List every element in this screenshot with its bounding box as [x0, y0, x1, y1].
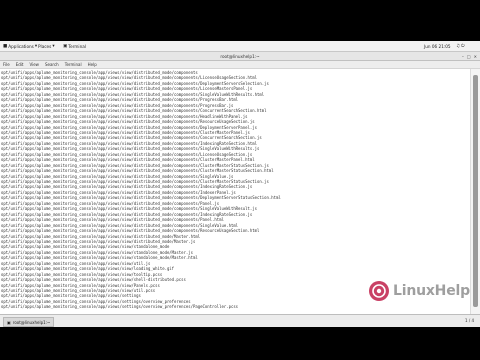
window-controls: – □ ✕	[462, 54, 477, 59]
letterbox-bottom	[0, 327, 480, 360]
terminal-line: opt/unifi/apps/aplume_monitoring_console…	[1, 293, 141, 299]
terminal-line: opt/unifi/apps/aplume_monitoring_console…	[1, 282, 160, 288]
terminal-line: opt/unifi/apps/aplume_monitoring_console…	[1, 266, 175, 272]
terminal-icon: ▣	[63, 43, 68, 49]
maximize-icon[interactable]: □	[467, 54, 471, 59]
chevron-down-icon: ▾	[52, 43, 55, 49]
places-menu[interactable]: Places ▾	[38, 44, 55, 49]
terminal-line: opt/unifi/apps/aplume_monitoring_console…	[1, 222, 239, 228]
menu-terminal[interactable]: Terminal	[65, 62, 82, 67]
terminal-line: opt/unifi/apps/aplume_monitoring_console…	[1, 146, 260, 152]
terminal-line: opt/unifi/apps/aplume_monitoring_console…	[1, 108, 267, 114]
terminal-line: opt/unifi/apps/aplume_monitoring_console…	[1, 75, 258, 81]
terminal-line: opt/unifi/apps/aplume_monitoring_console…	[1, 86, 253, 92]
terminal-line: opt/unifi/apps/aplume_monitoring_console…	[1, 184, 253, 190]
terminal-line: opt/unifi/apps/aplume_monitoring_console…	[1, 277, 186, 283]
bottom-taskbar: ▣ root@linuxhelp1:~ 1 / 4	[0, 314, 480, 327]
applications-label: Applications	[8, 43, 34, 49]
taskbar-window-item[interactable]: ▣ root@linuxhelp1:~	[3, 317, 55, 327]
terminal-line: opt/unifi/apps/aplume_monitoring_console…	[1, 179, 269, 184]
terminal-line: opt/unifi/apps/aplume_monitoring_console…	[1, 288, 156, 293]
terminal-line: opt/unifi/apps/aplume_monitoring_console…	[1, 244, 170, 250]
terminal-icon: ▣	[7, 319, 11, 325]
power-icon: ⏻	[461, 43, 465, 49]
menu-view[interactable]: View	[29, 62, 39, 67]
terminal-line: opt/unifi/apps/aplume_monitoring_console…	[1, 129, 250, 135]
terminal-line: opt/unifi/apps/aplume_monitoring_console…	[1, 140, 258, 146]
gnome-top-bar: ■ Applications ▾ Places ▾ ▣ Terminal Jun…	[0, 41, 480, 52]
letterbox-top	[0, 0, 480, 41]
terminal-line: opt/unifi/apps/aplume_monitoring_console…	[1, 97, 239, 103]
terminal-line: opt/unifi/apps/aplume_monitoring_console…	[1, 124, 258, 130]
linuxhelp-logo-text: LinuxHelp	[393, 283, 470, 299]
clock[interactable]: Jun 06 21:05	[424, 44, 451, 49]
menu-help[interactable]: Help	[88, 62, 97, 67]
terminal-line: opt/unifi/apps/aplume_monitoring_console…	[1, 249, 194, 255]
terminal-line: opt/unifi/apps/aplume_monitoring_console…	[1, 119, 255, 125]
linuxhelp-logo-icon	[369, 281, 389, 301]
window-title: root@linuxhelp1:~	[220, 53, 260, 59]
apps-icon: ■	[3, 43, 8, 49]
terminal-app-label: Terminal	[68, 43, 86, 49]
terminal-line: opt/unifi/apps/aplume_monitoring_console…	[1, 211, 253, 217]
places-label: Places	[38, 43, 52, 49]
terminal-line: opt/unifi/apps/aplume_monitoring_console…	[1, 80, 269, 86]
terminal-line: opt/unifi/apps/aplume_monitoring_console…	[1, 189, 236, 195]
close-icon[interactable]: ✕	[474, 54, 477, 59]
terminal-line: opt/unifi/apps/aplume_monitoring_console…	[1, 113, 248, 119]
terminal-line: opt/unifi/apps/aplume_monitoring_console…	[1, 102, 234, 108]
clock-label: Jun 06 21:05	[424, 43, 451, 49]
terminal-line: opt/unifi/apps/aplume_monitoring_console…	[1, 271, 163, 277]
chevron-down-icon: ▾	[34, 43, 38, 49]
minimize-icon[interactable]: –	[462, 54, 464, 59]
terminal-line: opt/unifi/apps/aplume_monitoring_console…	[1, 168, 274, 174]
menu-search[interactable]: Search	[45, 62, 59, 67]
terminal-line: opt/unifi/apps/aplume_monitoring_console…	[1, 195, 281, 201]
scrollbar-thumb[interactable]	[473, 75, 478, 307]
terminal-line: opt/unifi/apps/aplume_monitoring_console…	[1, 135, 262, 141]
terminal-line: opt/unifi/apps/aplume_monitoring_console…	[1, 200, 220, 206]
terminal-line: opt/unifi/apps/aplume_monitoring_console…	[1, 298, 191, 304]
menu-file[interactable]: File	[3, 62, 10, 67]
menu-edit[interactable]: Edit	[16, 62, 24, 67]
terminal-line: opt/unifi/apps/aplume_monitoring_console…	[1, 206, 258, 212]
terminal-line: opt/unifi/apps/aplume_monitoring_console…	[1, 70, 198, 75]
terminal-line: opt/unifi/apps/aplume_monitoring_console…	[1, 91, 265, 97]
screen: ■ Applications ▾ Places ▾ ▣ Terminal Jun…	[0, 0, 480, 360]
terminal-line: opt/unifi/apps/aplume_monitoring_console…	[1, 233, 201, 239]
terminal-line: opt/unifi/apps/aplume_monitoring_console…	[1, 173, 234, 179]
taskbar-item-label: root@linuxhelp1:~	[12, 319, 51, 325]
workspace-pager[interactable]: 1 / 4	[465, 318, 474, 323]
terminal-line: opt/unifi/apps/aplume_monitoring_console…	[1, 217, 224, 223]
terminal-line: opt/unifi/apps/aplume_monitoring_console…	[1, 238, 196, 244]
window-title-bar[interactable]: root@linuxhelp1:~ – □ ✕	[0, 52, 480, 61]
terminal-line: opt/unifi/apps/aplume_monitoring_console…	[1, 304, 239, 310]
menu-bar: File Edit View Search Terminal Help	[0, 61, 480, 69]
terminal-line: opt/unifi/apps/aplume_monitoring_console…	[1, 260, 151, 266]
terminal-line: opt/unifi/apps/aplume_monitoring_console…	[1, 151, 253, 157]
terminal-line: opt/unifi/apps/aplume_monitoring_console…	[1, 228, 260, 234]
terminal-line: opt/unifi/apps/aplume_monitoring_console…	[1, 157, 255, 163]
volume-icon: ♫	[456, 43, 461, 49]
linuxhelp-watermark: LinuxHelp	[368, 276, 474, 306]
terminal-app-menu[interactable]: ▣ Terminal	[63, 44, 86, 49]
terminal-line: opt/unifi/apps/aplume_monitoring_console…	[1, 162, 269, 168]
terminal-line: opt/unifi/apps/aplume_monitoring_console…	[1, 255, 198, 261]
applications-menu[interactable]: ■ Applications ▾	[3, 44, 37, 49]
system-menu[interactable]: ♫ ⏻	[456, 44, 465, 49]
